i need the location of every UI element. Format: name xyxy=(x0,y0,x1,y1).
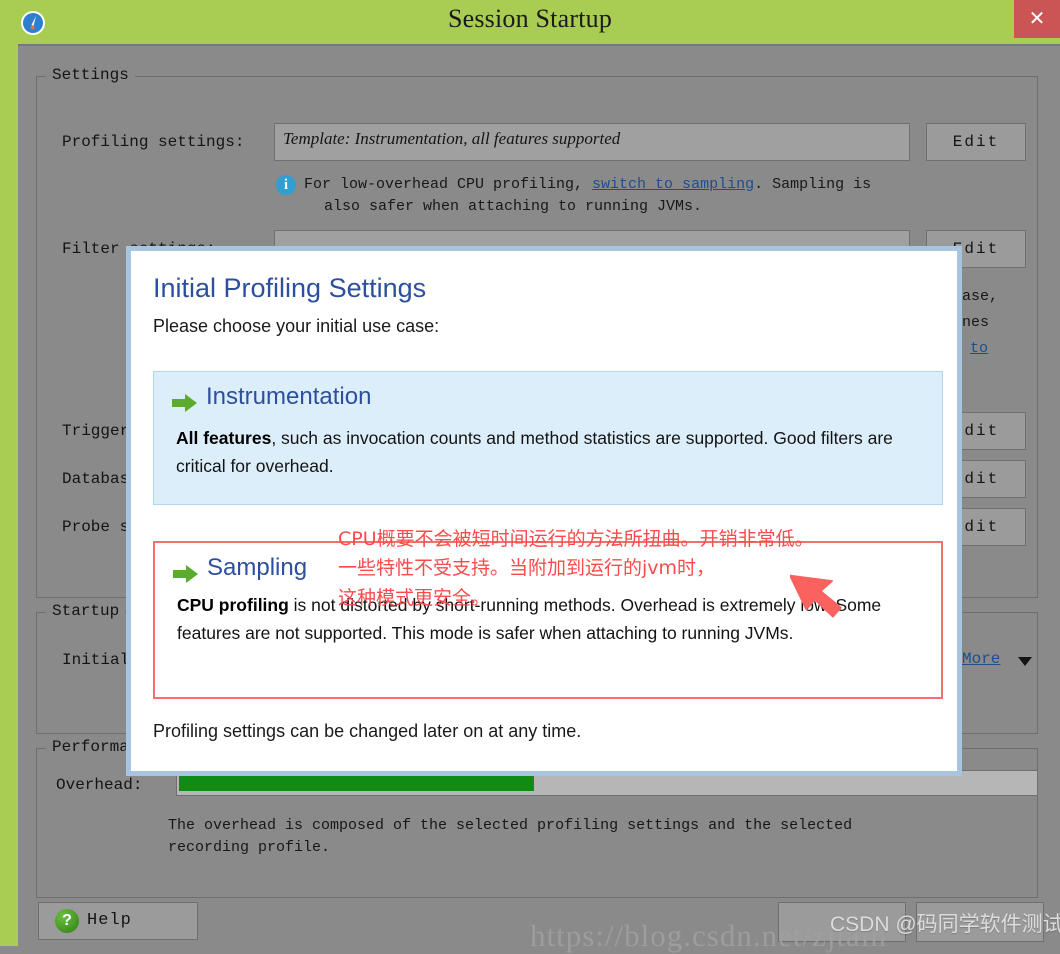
option-sampling-desc: CPU profiling is not distorted by short-… xyxy=(177,591,927,647)
profiling-settings-value[interactable]: Template: Instrumentation, all features … xyxy=(274,123,910,161)
sampling-hint: For low-overhead CPU profiling, switch t… xyxy=(304,174,871,196)
green-arrow-icon xyxy=(173,565,198,583)
overhead-note-line1: The overhead is composed of the selected… xyxy=(168,817,853,834)
sampling-hint-line2: also safer when attaching to running JVM… xyxy=(324,198,703,215)
chevron-down-icon[interactable] xyxy=(1018,657,1032,666)
hint-line1-pre: For low-overhead CPU profiling, xyxy=(304,176,593,193)
profiling-settings-label: Profiling settings: xyxy=(62,133,245,151)
application-window: Session Startup ✕ Settings Profiling set… xyxy=(0,0,1060,953)
dialog-title: Initial Profiling Settings xyxy=(153,273,427,303)
more-link[interactable]: More xyxy=(962,650,1000,668)
dialog-subtitle: Please choose your initial use case: xyxy=(153,316,440,336)
option-instrumentation-desc: All features, such as invocation counts … xyxy=(176,424,926,480)
title-bar: Session Startup ✕ xyxy=(0,0,1060,44)
option-instrumentation-desc-rest: , such as invocation counts and method s… xyxy=(176,428,893,476)
option-instrumentation[interactable]: Instrumentation All features, such as in… xyxy=(153,371,943,505)
option-sampling-desc-bold: CPU profiling xyxy=(177,595,289,615)
initial-profiling-settings-dialog: Initial Profiling Settings Please choose… xyxy=(126,246,962,776)
profiling-settings-edit-button[interactable]: Edit xyxy=(926,123,1026,161)
question-mark-icon: ? xyxy=(55,909,79,933)
hint-line1-post: . Sampling is xyxy=(754,176,872,193)
option-instrumentation-title: Instrumentation xyxy=(206,383,372,410)
occluded-fragment-3[interactable]: to xyxy=(970,338,988,360)
page-title: Session Startup xyxy=(447,4,613,33)
close-button[interactable]: ✕ xyxy=(1014,0,1060,38)
watermark-csdn: CSDN @码同学软件测试 xyxy=(830,913,1060,936)
help-button-label: Help xyxy=(87,911,132,930)
info-icon: i xyxy=(276,175,296,195)
startup-group-title: Startup xyxy=(46,602,126,620)
green-arrow-icon xyxy=(172,394,197,412)
help-button[interactable]: ? Help xyxy=(38,902,198,940)
overhead-note-line2: recording profile. xyxy=(168,839,331,856)
occluded-fragment-1: ase, xyxy=(962,288,999,305)
option-instrumentation-desc-bold: All features xyxy=(176,428,272,448)
option-sampling-title: Sampling xyxy=(207,554,308,581)
occluded-fragment-2: nes xyxy=(962,314,990,331)
switch-to-sampling-link[interactable]: switch to sampling xyxy=(592,176,754,193)
dialog-footnote: Profiling settings can be changed later … xyxy=(153,721,582,741)
overhead-label: Overhead: xyxy=(56,776,143,794)
option-sampling[interactable]: Sampling CPU profiling is not distorted … xyxy=(153,541,943,699)
settings-group-title: Settings xyxy=(46,66,135,84)
